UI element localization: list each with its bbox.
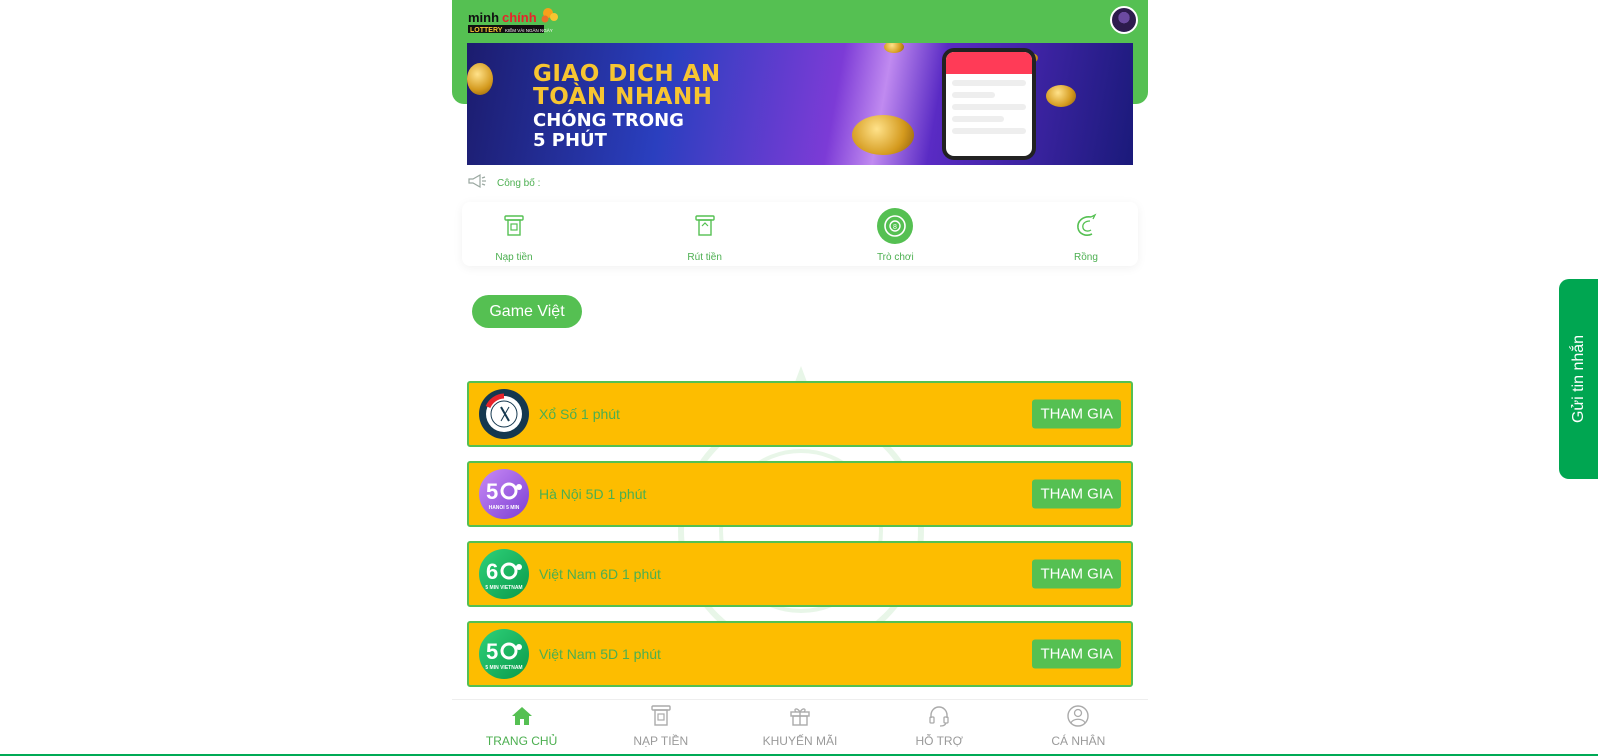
quick-action-dragon[interactable]: Rồng <box>1056 202 1116 266</box>
banner-line-3: CHÓNG TRONG <box>533 110 684 131</box>
nav-promotions[interactable]: KHUYẾN MÃI <box>745 700 855 756</box>
game-icon: 8 <box>877 208 914 244</box>
join-button[interactable]: THAM GIA <box>1032 479 1121 509</box>
svg-text:minh: minh <box>468 10 499 25</box>
promo-banner[interactable]: GIAO DICH AN TOÀN NHANH CHÓNG TRONG 5 PH… <box>467 43 1133 165</box>
quick-action-label: Rút tiền <box>687 252 722 263</box>
svg-text:chính: chính <box>502 10 537 25</box>
nav-label: CÁ NHÂN <box>1051 734 1106 748</box>
svg-text:8: 8 <box>893 224 897 231</box>
banner-line-4: 5 PHÚT <box>533 130 607 151</box>
quick-action-label: Nạp tiền <box>495 252 533 263</box>
quick-action-deposit[interactable]: Nạp tiền <box>484 202 544 266</box>
quick-action-withdraw[interactable]: Rút tiền <box>675 202 735 266</box>
headset-icon <box>927 704 951 728</box>
dragon-icon <box>1068 208 1104 244</box>
category-game-viet-button[interactable]: Game Việt <box>472 295 582 328</box>
svg-text:LOTTERY: LOTTERY <box>470 27 503 34</box>
home-icon <box>510 704 534 728</box>
svg-text:6: 6 <box>486 559 498 584</box>
game-card-vietnam-6d[interactable]: 6 5 MIN VIETNAM Việt Nam 6D 1 phút THAM … <box>467 541 1133 607</box>
phone-mockup <box>942 48 1036 160</box>
nav-support[interactable]: HỖ TRỢ <box>884 700 994 756</box>
mobile-app-frame: minh chính LOTTERY KIẾM VÀI NGÀN NGÀY GI… <box>452 0 1148 756</box>
svg-text:5: 5 <box>486 639 498 664</box>
banner-line-2: TOÀN NHANH <box>533 84 713 110</box>
nav-label: TRANG CHỦ <box>485 734 558 748</box>
bottom-navigation: TRANG CHỦ NẠP TIỀN KHUYẾN MÃI HỖ TRỢ CÁ … <box>452 699 1148 756</box>
nav-home[interactable]: TRANG CHỦ <box>467 700 577 756</box>
vietnam-6d-icon: 6 5 MIN VIETNAM <box>479 549 529 599</box>
user-icon <box>1066 704 1090 728</box>
game-title: Xổ Số 1 phút <box>539 406 620 422</box>
join-button[interactable]: THAM GIA <box>1032 399 1121 429</box>
quick-action-label: Rồng <box>1074 252 1098 263</box>
join-button[interactable]: THAM GIA <box>1032 639 1121 669</box>
game-title: Hà Nội 5D 1 phút <box>539 486 647 502</box>
deposit-icon <box>649 704 673 728</box>
announcement-bar: Công bố : <box>467 171 540 195</box>
quick-action-label: Trò chơi <box>876 252 914 263</box>
game-card-vietnam-5d[interactable]: 5 5 MIN VIETNAM Việt Nam 5D 1 phút THAM … <box>467 621 1133 687</box>
send-message-tab[interactable]: Gửi tin nhắn <box>1559 279 1598 479</box>
join-button[interactable]: THAM GIA <box>1032 559 1121 589</box>
send-message-label: Gửi tin nhắn <box>1569 334 1587 424</box>
game-card-hanoi-5d[interactable]: 5 HANOI 5 MIN Hà Nội 5D 1 phút THAM GIA <box>467 461 1133 527</box>
gift-icon <box>788 704 812 728</box>
quick-actions-panel: Nạp tiền Rút tiền 8 Trò chơi Rồng <box>462 202 1138 266</box>
game-card-xoso-1-phut[interactable]: Xổ Số 1 phút THAM GIA <box>467 381 1133 447</box>
clock-lottery-icon <box>479 389 529 439</box>
svg-text:KIẾM VÀI NGÀN NGÀY: KIẾM VÀI NGÀN NGÀY <box>505 27 553 33</box>
svg-text:HANOI 5 MIN: HANOI 5 MIN <box>489 505 520 511</box>
nav-profile[interactable]: CÁ NHÂN <box>1023 700 1133 756</box>
announcement-label: Công bố : <box>497 177 541 189</box>
nav-label: KHUYẾN MÃI <box>762 734 838 748</box>
megaphone-icon <box>467 173 487 194</box>
nav-label: NẠP TIỀN <box>633 734 689 748</box>
svg-text:5 MIN VIETNAM: 5 MIN VIETNAM <box>485 585 522 591</box>
deposit-icon <box>496 208 532 244</box>
user-avatar[interactable] <box>1110 6 1138 34</box>
svg-text:5 MIN VIETNAM: 5 MIN VIETNAM <box>485 665 522 671</box>
game-title: Việt Nam 6D 1 phút <box>539 566 661 582</box>
hanoi-5d-icon: 5 HANOI 5 MIN <box>479 469 529 519</box>
svg-text:5: 5 <box>486 479 498 504</box>
game-title: Việt Nam 5D 1 phút <box>539 646 661 662</box>
vietnam-5d-icon: 5 5 MIN VIETNAM <box>479 629 529 679</box>
nav-label: HỖ TRỢ <box>915 734 963 748</box>
withdraw-icon <box>687 208 723 244</box>
nav-deposit[interactable]: NẠP TIỀN <box>606 700 716 756</box>
game-list: Xổ Số 1 phút THAM GIA 5 HANOI 5 MIN Hà N… <box>467 381 1133 701</box>
brand-logo[interactable]: minh chính LOTTERY KIẾM VÀI NGÀN NGÀY <box>468 6 560 36</box>
quick-action-games[interactable]: 8 Trò chơi <box>865 202 925 266</box>
